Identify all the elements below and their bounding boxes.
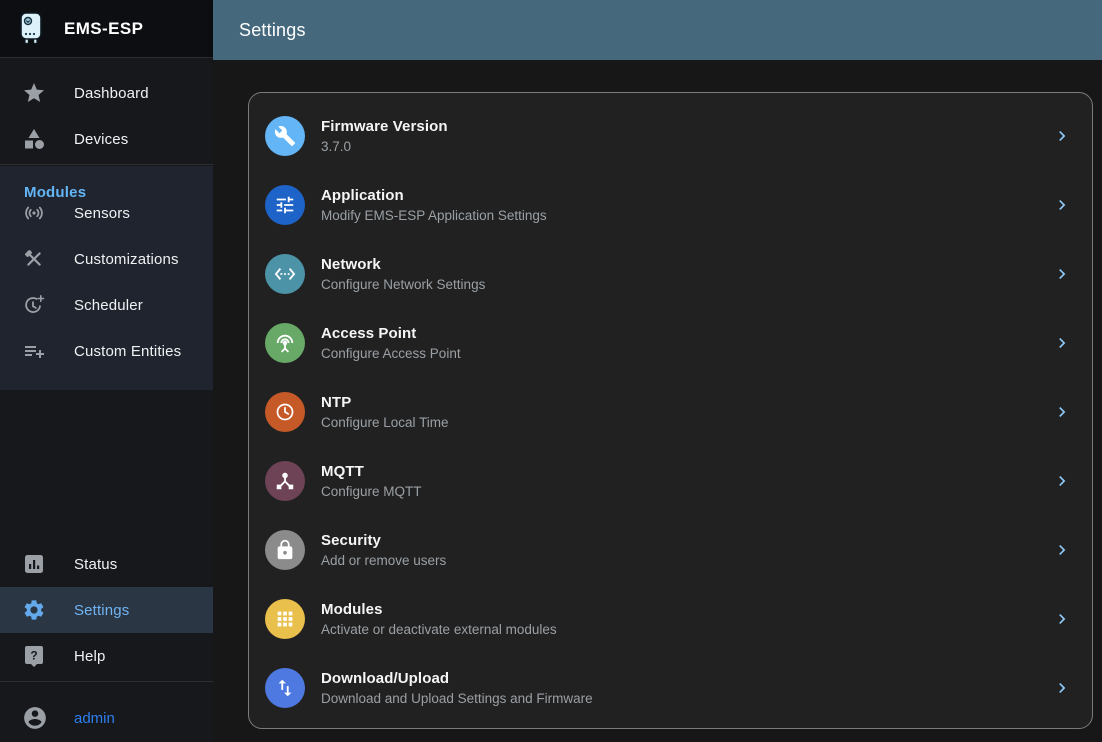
- settings-row-mqtt[interactable]: MQTT Configure MQTT: [249, 446, 1092, 515]
- boiler-logo-icon: [16, 11, 46, 47]
- sidebar-item-label: Help: [74, 648, 105, 665]
- apps-grid-icon: [265, 599, 305, 639]
- user-name-label: admin: [74, 710, 115, 727]
- chevron-right-icon: [1052, 402, 1072, 422]
- main-area: Settings Firmware Version 3.7.0: [213, 0, 1102, 742]
- sidebar-item-help[interactable]: ? Help: [0, 633, 213, 679]
- app-logo-header: EMS-ESP: [0, 0, 213, 58]
- chevron-right-icon: [1052, 195, 1072, 215]
- row-subtitle: Configure Network Settings: [321, 277, 485, 292]
- account-circle-icon: [22, 705, 48, 731]
- construction-icon: [22, 247, 46, 271]
- row-title: Access Point: [321, 325, 461, 342]
- row-subtitle: Configure Access Point: [321, 346, 461, 361]
- device-hub-icon: [265, 461, 305, 501]
- sensors-icon: [22, 201, 46, 225]
- modules-section-header: Modules: [0, 166, 213, 190]
- chevron-right-icon: [1052, 540, 1072, 560]
- category-icon: [22, 127, 46, 151]
- sidebar-item-settings[interactable]: Settings: [0, 587, 213, 633]
- row-title: Security: [321, 532, 446, 549]
- sidebar-item-customizations[interactable]: Customizations: [0, 236, 213, 282]
- appbar: Settings: [213, 0, 1102, 60]
- sidebar-item-label: Dashboard: [74, 85, 149, 102]
- sidebar-divider: [0, 164, 213, 165]
- row-title: Network: [321, 256, 485, 273]
- sidebar-primary-nav: Dashboard Devices: [0, 58, 213, 162]
- chevron-right-icon: [1052, 333, 1072, 353]
- chevron-right-icon: [1052, 609, 1072, 629]
- sidebar-item-devices[interactable]: Devices: [0, 116, 213, 162]
- sidebar-item-label: Devices: [74, 131, 128, 148]
- clock-icon: [265, 392, 305, 432]
- sidebar-item-label: Custom Entities: [74, 343, 181, 360]
- row-title: Application: [321, 187, 547, 204]
- star-icon: [22, 81, 46, 105]
- tune-icon: [265, 185, 305, 225]
- page-title: Settings: [239, 20, 306, 41]
- app-title: EMS-ESP: [64, 19, 143, 39]
- row-subtitle: Configure MQTT: [321, 484, 422, 499]
- row-title: Download/Upload: [321, 670, 593, 687]
- antenna-icon: [265, 323, 305, 363]
- wrench-icon: [265, 116, 305, 156]
- sidebar-item-label: Status: [74, 556, 117, 573]
- sidebar-item-label: Customizations: [74, 251, 179, 268]
- chevron-right-icon: [1052, 126, 1072, 146]
- sidebar-item-custom-entities[interactable]: Custom Entities: [0, 328, 213, 374]
- settings-card: Firmware Version 3.7.0 Application Modif…: [248, 92, 1093, 729]
- playlist-add-icon: [22, 339, 46, 363]
- sidebar-item-label: Settings: [74, 602, 129, 619]
- settings-ethernet-icon: [265, 254, 305, 294]
- gear-icon: [22, 598, 46, 622]
- settings-row-firmware-version[interactable]: Firmware Version 3.7.0: [249, 101, 1092, 170]
- row-title: MQTT: [321, 463, 422, 480]
- sidebar-item-label: Sensors: [74, 205, 130, 222]
- row-subtitle: Activate or deactivate external modules: [321, 622, 557, 637]
- chevron-right-icon: [1052, 471, 1072, 491]
- chevron-right-icon: [1052, 678, 1072, 698]
- lock-icon: [265, 530, 305, 570]
- row-subtitle: Add or remove users: [321, 553, 446, 568]
- row-subtitle: Configure Local Time: [321, 415, 449, 430]
- sidebar-user-admin[interactable]: admin: [0, 682, 213, 742]
- settings-row-network[interactable]: Network Configure Network Settings: [249, 239, 1092, 308]
- analytics-icon: [22, 552, 46, 576]
- svg-text:?: ?: [30, 649, 37, 663]
- sidebar-modules-section: Modules Sensors Customizations: [0, 166, 213, 390]
- settings-row-security[interactable]: Security Add or remove users: [249, 515, 1092, 584]
- row-subtitle: Modify EMS-ESP Application Settings: [321, 208, 547, 223]
- more-time-icon: [22, 293, 46, 317]
- row-title: Firmware Version: [321, 118, 448, 135]
- sidebar-item-scheduler[interactable]: Scheduler: [0, 282, 213, 328]
- settings-row-modules[interactable]: Modules Activate or deactivate external …: [249, 584, 1092, 653]
- sidebar-item-dashboard[interactable]: Dashboard: [0, 70, 213, 116]
- row-subtitle: Download and Upload Settings and Firmwar…: [321, 691, 593, 706]
- row-subtitle: 3.7.0: [321, 139, 448, 154]
- row-title: NTP: [321, 394, 449, 411]
- chevron-right-icon: [1052, 264, 1072, 284]
- sidebar-bottom-nav: Status Settings ? Help admin: [0, 541, 213, 742]
- sidebar: EMS-ESP Dashboard Devices Modules: [0, 0, 213, 742]
- settings-row-ntp[interactable]: NTP Configure Local Time: [249, 377, 1092, 446]
- settings-content: Firmware Version 3.7.0 Application Modif…: [213, 60, 1102, 742]
- row-title: Modules: [321, 601, 557, 618]
- sidebar-item-status[interactable]: Status: [0, 541, 213, 587]
- sidebar-item-label: Scheduler: [74, 297, 143, 314]
- settings-row-download-upload[interactable]: Download/Upload Download and Upload Sett…: [249, 653, 1092, 722]
- import-export-icon: [265, 668, 305, 708]
- settings-row-access-point[interactable]: Access Point Configure Access Point: [249, 308, 1092, 377]
- help-icon: ?: [22, 644, 46, 668]
- settings-row-application[interactable]: Application Modify EMS-ESP Application S…: [249, 170, 1092, 239]
